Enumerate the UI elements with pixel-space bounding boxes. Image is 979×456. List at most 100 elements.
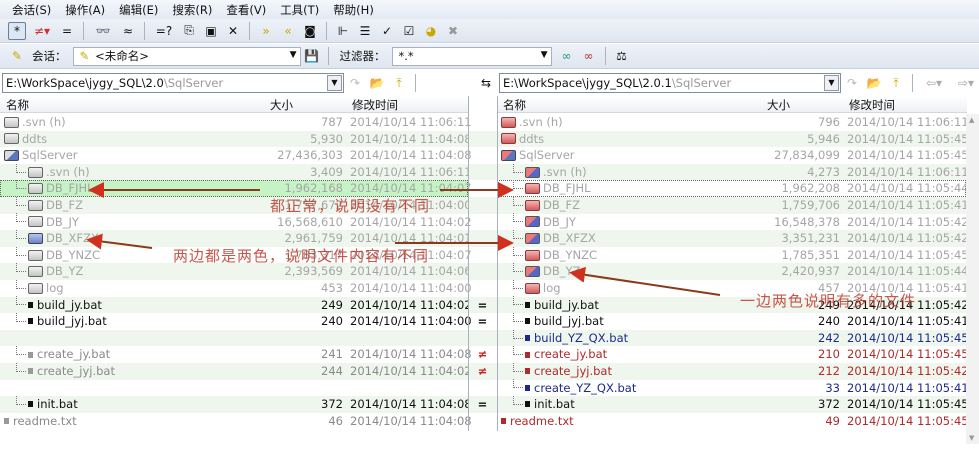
filter-glasses-off-icon[interactable]: ∞ <box>580 47 598 65</box>
filter-combo[interactable]: *.* ▼ <box>391 46 552 66</box>
right-row[interactable]: .svn (h) 796 2014/10/14 11:06:11 <box>497 114 969 131</box>
copy-right-icon[interactable]: » <box>257 22 275 40</box>
file-icon <box>525 384 530 391</box>
menu-item[interactable]: 会话(S) <box>12 2 51 18</box>
item-size: 3,409 <box>310 164 343 179</box>
delete-icon[interactable]: ✕ <box>224 22 242 40</box>
right-row[interactable]: readme.txt 49 2014/10/14 11:05:45 <box>497 413 969 430</box>
back-icon[interactable]: ⇦▾ <box>920 74 948 92</box>
right-row[interactable]: create_jy.bat 210 2014/10/14 11:05:45 <box>497 346 969 363</box>
menu-item[interactable]: 搜索(R) <box>172 2 212 18</box>
stop-icon[interactable]: ✖ <box>444 22 462 40</box>
left-row[interactable]: ddts 5,930 2014/10/14 11:04:08 <box>0 130 472 148</box>
tree-connector <box>16 196 26 206</box>
left-row[interactable]: create_jyj.bat 244 2014/10/14 11:04:02 <box>0 362 472 380</box>
left-row[interactable]: create_jy.bat 241 2014/10/14 11:04:08 <box>0 346 472 363</box>
show-same-icon[interactable]: = <box>58 22 76 40</box>
chevron-down-icon[interactable]: ▼ <box>541 50 548 60</box>
item-size: 2,420,937 <box>781 264 840 279</box>
session-wand-icon[interactable]: ✎ <box>8 47 26 65</box>
filter-glasses-icon[interactable]: ∞ <box>558 47 576 65</box>
left-row[interactable]: build_jy.bat 249 2014/10/14 11:04:02 <box>0 296 472 314</box>
item-size: 796 <box>818 115 840 129</box>
right-row[interactable]: DB_FJHL 1,962,208 2014/10/14 11:05:44 <box>497 180 969 197</box>
left-row[interactable]: .svn (h) 3,409 2014/10/14 11:06:11 <box>0 163 472 181</box>
column-modified[interactable]: 修改时间 <box>352 97 398 113</box>
left-row[interactable]: build_jyj.bat 240 2014/10/14 11:04:00 <box>0 312 472 330</box>
left-row[interactable]: DB_JY 16,568,610 2014/10/14 11:04:02 <box>0 213 472 231</box>
expand-tree-icon[interactable]: ⊩ <box>334 22 352 40</box>
item-modified: 2014/10/14 11:04:02 <box>350 297 472 312</box>
refresh-icon[interactable]: ◕ <box>422 22 440 40</box>
chevron-down-icon[interactable]: ▼ <box>327 75 342 91</box>
right-row[interactable]: SqlServer 27,834,099 2014/10/14 11:05:45 <box>497 147 969 164</box>
snapshot-icon[interactable]: ◙ <box>301 22 319 40</box>
browse-folder-icon[interactable]: 📂 <box>368 74 386 92</box>
approx-icon[interactable]: ≈ <box>119 22 137 40</box>
left-row[interactable]: init.bat 372 2014/10/14 11:04:08 <box>0 395 472 413</box>
save-session-icon[interactable]: 💾 <box>303 47 321 65</box>
column-size[interactable]: 大小 <box>270 97 293 113</box>
left-row[interactable] <box>0 380 468 397</box>
right-row[interactable]: DB_XFZX 3,351,231 2014/10/14 11:05:42 <box>497 229 969 247</box>
right-row[interactable]: DB_YZ 2,420,937 2014/10/14 11:05:44 <box>497 263 969 280</box>
left-row[interactable]: readme.txt 46 2014/10/14 11:04:08 <box>0 413 472 430</box>
compare-status-icon: = <box>477 314 488 329</box>
copy-left-icon[interactable]: « <box>279 22 297 40</box>
item-size: 27,436,303 <box>277 148 343 163</box>
glasses-icon[interactable]: 👓 <box>91 22 115 40</box>
item-modified: 2014/10/14 11:04:00 <box>350 281 472 295</box>
right-row[interactable]: create_YZ_QX.bat 33 2014/10/14 11:05:41 <box>497 379 969 397</box>
new-folder-icon[interactable]: ▣ <box>202 22 220 40</box>
item-name: readme.txt <box>510 413 574 428</box>
up-folder-icon[interactable]: ⤒ <box>887 74 905 92</box>
column-name[interactable]: 名称 <box>503 97 526 113</box>
chevron-down-icon[interactable]: ▼ <box>290 50 297 60</box>
left-path-input[interactable]: E:\WorkSpace\jygy_SQL\2.0 \SqlServer ▼ <box>2 73 344 93</box>
right-row[interactable]: DB_YNZC 1,785,351 2014/10/14 11:05:45 <box>497 246 969 264</box>
chevron-down-icon[interactable]: ▼ <box>824 75 839 91</box>
left-row[interactable] <box>0 329 468 347</box>
session-combo[interactable]: ✎ <未命名> ▼ <box>72 46 301 66</box>
right-row[interactable]: build_YZ_QX.bat 242 2014/10/14 11:05:45 <box>497 329 969 347</box>
left-row[interactable]: log 453 2014/10/14 11:04:00 <box>0 279 472 297</box>
left-row[interactable]: SqlServer 27,436,303 2014/10/14 11:04:08 <box>0 147 472 164</box>
item-size: 1,962,208 <box>781 181 840 196</box>
menu-item[interactable]: 编辑(E) <box>119 2 158 18</box>
swap-sides-icon[interactable]: ⇆ <box>477 74 495 92</box>
show-all-icon[interactable]: * <box>8 21 26 40</box>
right-row[interactable]: .svn (h) 4,273 2014/10/14 11:06:11 <box>497 163 969 181</box>
check-icon[interactable]: ✓ <box>378 22 396 40</box>
column-name[interactable]: 名称 <box>6 97 29 113</box>
browse-folder-icon[interactable]: 📂 <box>865 74 883 92</box>
scales-icon[interactable]: ⚖ <box>613 47 631 65</box>
left-column-header: 名称 大小 修改时间 <box>0 96 468 113</box>
menu-item[interactable]: 操作(A) <box>65 2 105 18</box>
menu-item[interactable]: 帮助(H) <box>333 2 374 18</box>
right-row[interactable]: build_jyj.bat 240 2014/10/14 11:05:41 <box>497 312 969 330</box>
forward-icon[interactable]: ⇨▾ <box>952 74 979 92</box>
menu-bar: 会话(S) 操作(A) 编辑(E) 搜索(R) 查看(V) 工具(T) 帮助(H) <box>0 0 979 19</box>
menu-item[interactable]: 查看(V) <box>226 2 266 18</box>
right-row[interactable]: ddts 5,946 2014/10/14 11:05:45 <box>497 130 969 148</box>
redo-icon[interactable]: ↷ <box>346 74 364 92</box>
right-path-input[interactable]: E:\WorkSpace\jygy_SQL\2.0.1 \SqlServer ▼ <box>499 73 841 93</box>
column-modified[interactable]: 修改时间 <box>849 97 895 113</box>
show-differences-icon[interactable]: ≠▾ <box>30 22 54 40</box>
menu-item[interactable]: 工具(T) <box>280 2 319 18</box>
right-row[interactable]: DB_JY 16,548,378 2014/10/14 11:05:42 <box>497 213 969 231</box>
vertical-scrollbar[interactable]: ▲ ▼ <box>966 114 979 444</box>
checkbox-icon[interactable]: ☑ <box>400 22 418 40</box>
folder-icon <box>525 232 540 244</box>
column-size[interactable]: 大小 <box>767 97 790 113</box>
item-name: ddts <box>22 131 48 146</box>
up-folder-icon[interactable]: ⤒ <box>390 74 408 92</box>
right-row[interactable]: init.bat 372 2014/10/14 11:05:45 <box>497 395 969 413</box>
list-icon[interactable]: ☰ <box>356 22 374 40</box>
right-row[interactable]: create_jyj.bat 212 2014/10/14 11:05:42 <box>497 362 969 380</box>
left-row[interactable]: .svn (h) 787 2014/10/14 11:06:11 <box>0 114 472 131</box>
right-row[interactable]: DB_FZ 1,759,706 2014/10/14 11:05:41 <box>497 196 969 214</box>
compare-contents-icon[interactable]: =? <box>152 22 176 40</box>
copy-to-icon[interactable]: ⎘ <box>180 22 198 40</box>
redo-icon[interactable]: ↷ <box>843 74 861 92</box>
